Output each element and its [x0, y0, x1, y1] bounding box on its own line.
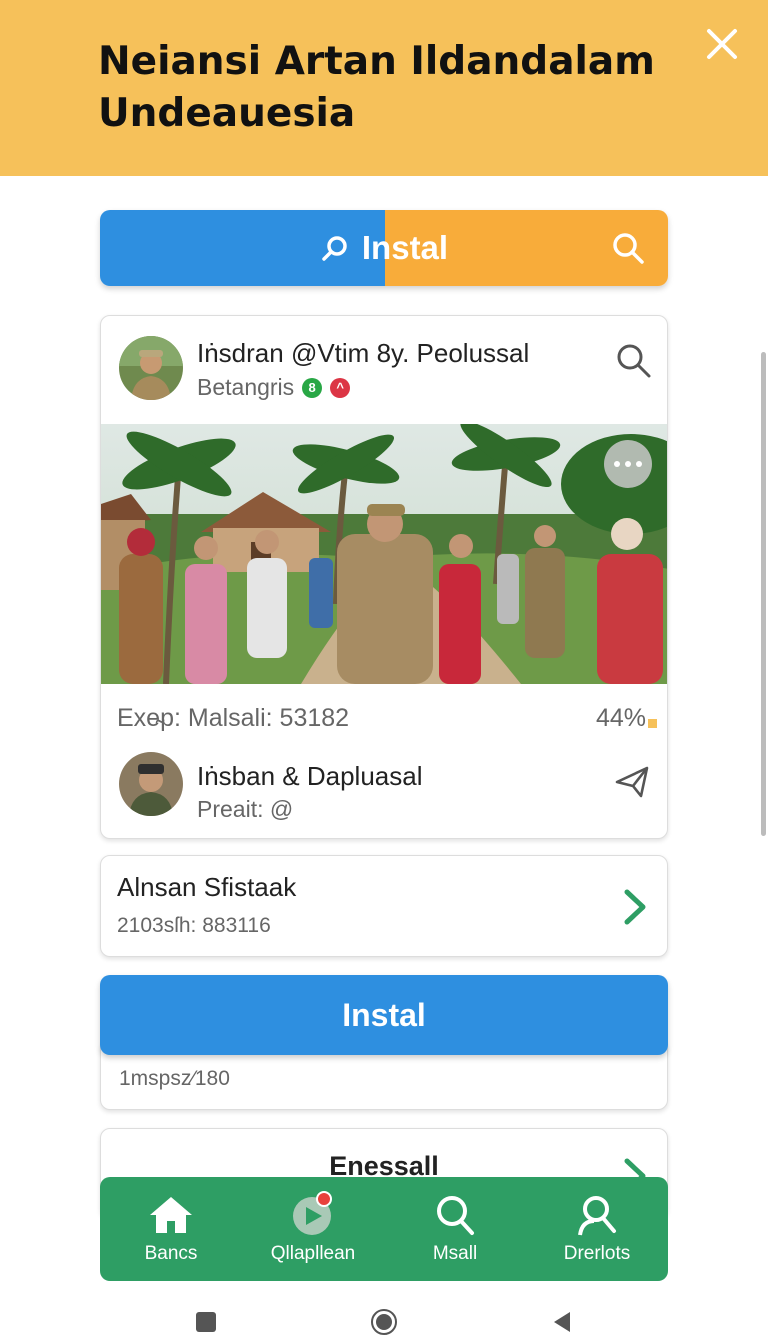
system-navigation-bar — [0, 1300, 768, 1344]
dot-icon — [625, 461, 631, 467]
nav-label: Drerlots — [563, 1243, 631, 1264]
notification-badge — [316, 1191, 332, 1207]
more-options-button[interactable] — [604, 440, 652, 488]
dot-icon — [614, 461, 620, 467]
scrollbar[interactable] — [761, 352, 766, 836]
status-badge: 8 — [302, 377, 323, 398]
chevron-right-icon — [624, 889, 646, 925]
avatar[interactable] — [119, 752, 183, 816]
circle-icon[interactable] — [370, 1308, 398, 1336]
post-stats-row: Exe̴p: Malsali: 53182 44% — [117, 704, 657, 733]
nav-label: Bancs — [144, 1243, 198, 1264]
avatar[interactable] — [119, 336, 183, 400]
status-badge: ^ — [330, 377, 351, 398]
nav-item-search[interactable]: Msall — [384, 1177, 526, 1281]
install-button[interactable]: Instal — [100, 975, 668, 1055]
nav-label: Msall — [432, 1243, 478, 1264]
comment-author-name: Iṅsban & Dapluasal — [197, 761, 423, 791]
list-item[interactable]: Alnsan Sfistaak 2103sſh: 883116 — [100, 855, 668, 957]
back-triangle-icon[interactable] — [548, 1308, 576, 1336]
search-icon — [437, 1196, 474, 1235]
list-item-subtitle: 1mspsz⁄180 — [119, 1067, 230, 1090]
post-author-name: Iṅsdran @Vtim 8y. Peolussal — [197, 338, 530, 368]
post-card: Iṅsdran @Vtim 8y. Peolussal Betangris 8 … — [100, 315, 668, 839]
percent-value: 44% — [595, 704, 646, 732]
search-icon[interactable] — [613, 340, 653, 380]
nav-label: Qllapllean — [270, 1243, 356, 1264]
percent-indicator — [648, 719, 657, 728]
close-icon[interactable] — [700, 22, 744, 66]
dot-icon — [636, 461, 642, 467]
list-item-title: Alnsan Sfistaak — [117, 872, 297, 902]
search-icon — [322, 236, 347, 261]
header-bar: Neiansi Artan Ildandalam Undeauesia — [0, 0, 768, 176]
send-icon[interactable] — [613, 762, 653, 802]
install-bar-label: Instal — [361, 229, 449, 266]
nav-item-play[interactable]: Qllapllean — [242, 1177, 384, 1281]
post-subtitle: Betangris 8 ^ — [197, 374, 351, 401]
nav-item-home[interactable]: Bancs — [100, 1177, 242, 1281]
nav-item-profile-search[interactable]: Drerlots — [526, 1177, 668, 1281]
experience-label: Exe̴p: Malsali: 53182 — [117, 704, 350, 732]
install-search-bar[interactable]: Instal — [100, 210, 668, 286]
home-icon — [150, 1197, 192, 1233]
square-icon[interactable] — [192, 1308, 220, 1336]
comment-subtitle: Preait: @ — [197, 796, 294, 822]
bottom-navigation: Bancs Qllapllean Msall Drerlots — [100, 1177, 668, 1281]
post-photo[interactable] — [101, 424, 667, 684]
user-search-icon — [578, 1196, 616, 1236]
page-title: Neiansi Artan Ildandalam Undeauesia — [98, 39, 655, 136]
list-item-subtitle: 2103sſh: 883116 — [117, 914, 271, 937]
search-icon[interactable] — [610, 230, 646, 266]
